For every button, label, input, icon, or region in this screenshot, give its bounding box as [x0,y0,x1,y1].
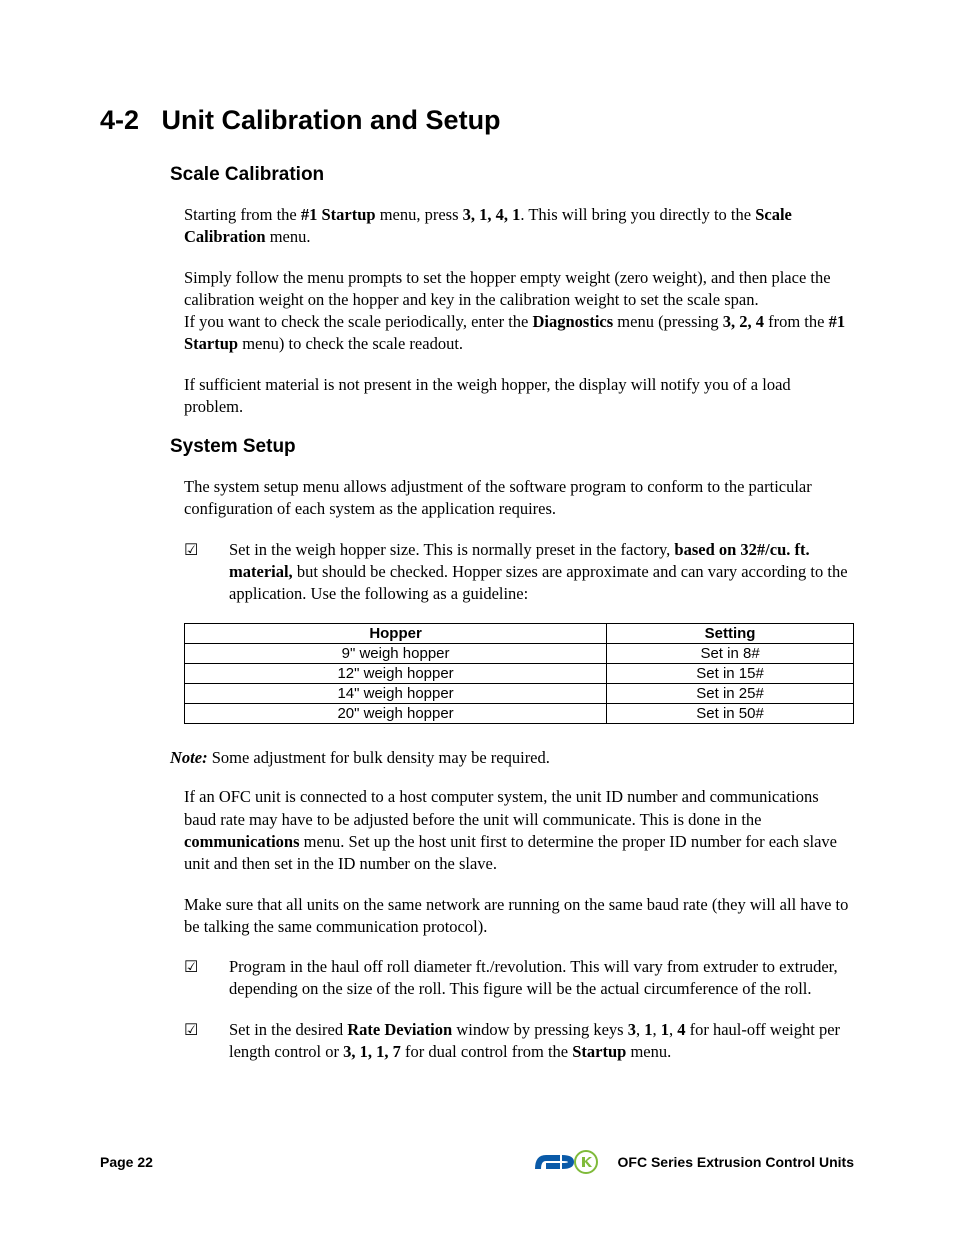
section-heading-text: Unit Calibration and Setup [162,105,501,135]
footer-right: OFC Series Extrusion Control Units [532,1149,854,1175]
section-number: 4-2 [100,105,139,135]
table-row: 14" weigh hopper Set in 25# [185,684,854,704]
checklist-item-haul-off: ☑ Program in the haul off roll diameter … [184,956,849,1001]
hopper-settings-table: Hopper Setting 9" weigh hopper Set in 8#… [184,623,854,724]
table-row: 12" weigh hopper Set in 15# [185,664,854,684]
checklist-item-hopper-size: ☑ Set in the weigh hopper size. This is … [184,539,849,606]
scale-cal-p2: Simply follow the menu prompts to set th… [184,267,849,312]
checkbox-icon: ☑ [184,956,229,1001]
page-footer: Page 22 OFC Series Extrusion Control Uni… [100,1149,854,1175]
checklist-text: Set in the weigh hopper size. This is no… [229,539,849,606]
table-row: 20" weigh hopper Set in 50# [185,704,854,724]
table-header-hopper: Hopper [185,624,607,644]
checkbox-icon: ☑ [184,1019,229,1064]
system-setup-p1: The system setup menu allows adjustment … [184,476,849,521]
table-cell: 20" weigh hopper [185,704,607,724]
note-label: Note: [170,748,208,767]
note-line: Note: Some adjustment for bulk density m… [170,748,854,768]
section-title: 4-2 Unit Calibration and Setup [100,105,854,136]
footer-product-name: OFC Series Extrusion Control Units [618,1154,854,1170]
table-cell: Set in 50# [607,704,854,724]
table-header-setting: Setting [607,624,854,644]
system-setup-p3: Make sure that all units on the same net… [184,894,849,939]
table-cell: 12" weigh hopper [185,664,607,684]
table-cell: 9" weigh hopper [185,644,607,664]
page-number: Page 22 [100,1154,153,1170]
table-cell: Set in 25# [607,684,854,704]
checklist-text: Program in the haul off roll diameter ft… [229,956,849,1001]
checkbox-icon: ☑ [184,539,229,606]
scale-cal-p3: If you want to check the scale periodica… [184,311,849,356]
table-cell: 14" weigh hopper [185,684,607,704]
aec-logo-icon [532,1149,612,1175]
subsection-scale-calibration: Scale Calibration [170,164,854,186]
note-text: Some adjustment for bulk density may be … [208,748,550,767]
checklist-item-rate-deviation: ☑ Set in the desired Rate Deviation wind… [184,1019,849,1064]
scale-cal-p4: If sufficient material is not present in… [184,374,849,419]
checklist-text: Set in the desired Rate Deviation window… [229,1019,849,1064]
table-cell: Set in 8# [607,644,854,664]
table-row: 9" weigh hopper Set in 8# [185,644,854,664]
scale-cal-p1: Starting from the #1 Startup menu, press… [184,204,849,249]
subsection-system-setup: System Setup [170,436,854,458]
system-setup-p2: If an OFC unit is connected to a host co… [184,786,849,875]
table-header-row: Hopper Setting [185,624,854,644]
table-cell: Set in 15# [607,664,854,684]
